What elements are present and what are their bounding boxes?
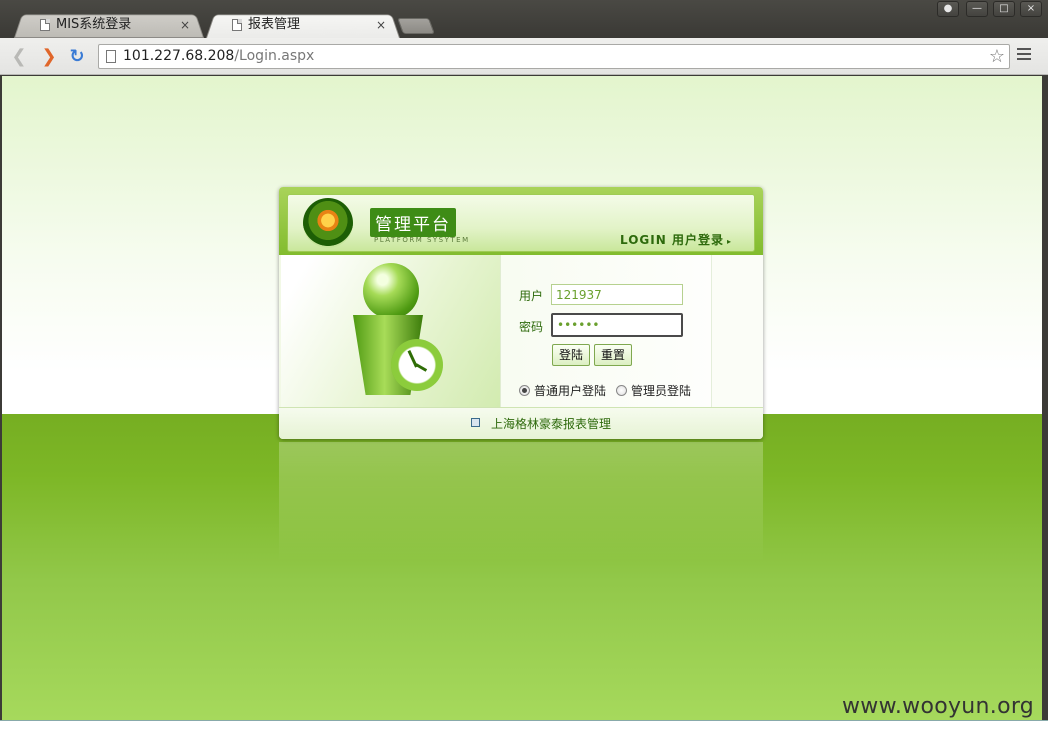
- clock-icon: [391, 339, 443, 391]
- password-input[interactable]: [551, 313, 683, 337]
- close-icon[interactable]: ×: [180, 12, 190, 38]
- radio-unselected-icon[interactable]: [616, 385, 627, 396]
- login-body: 用户 密码 登陆 重置 普通用户登陆 管理员登陆: [279, 255, 763, 407]
- user-figure-head: [363, 263, 419, 319]
- login-form: 用户 密码 登陆 重置 普通用户登陆 管理员登陆: [501, 255, 711, 407]
- arrow-right-icon: ▸: [726, 237, 732, 246]
- login-caption-text: LOGIN 用户登录: [620, 233, 724, 247]
- page-icon: [106, 50, 116, 63]
- tab-title: 报表管理: [248, 17, 301, 32]
- radio-admin[interactable]: 管理员登陆: [616, 382, 691, 399]
- page-icon: [232, 19, 242, 31]
- login-caption: LOGIN 用户登录 ▸: [620, 231, 732, 248]
- window-border: [1042, 76, 1048, 720]
- radio-admin-label: 管理员登陆: [631, 384, 692, 398]
- platform-logo-icon: [303, 198, 353, 248]
- close-window-button[interactable]: ×: [1020, 1, 1042, 17]
- back-button[interactable]: ❮: [8, 46, 30, 68]
- brand-subtitle: PLATFORM SYSYTEM: [374, 236, 470, 244]
- watermark: www.wooyun.org: [842, 694, 1035, 719]
- close-icon[interactable]: ×: [376, 12, 386, 38]
- maximize-button[interactable]: □: [993, 1, 1015, 17]
- radio-selected-icon[interactable]: [519, 385, 530, 396]
- green-background: [2, 414, 1042, 720]
- tab-report-management[interactable]: 报表管理 ×: [206, 12, 400, 38]
- login-footer: 上海格林豪泰报表管理: [279, 407, 763, 439]
- company-name: 上海格林豪泰报表管理: [491, 417, 612, 431]
- right-decor-panel: [711, 255, 763, 407]
- username-label: 用户: [519, 289, 544, 303]
- status-strip: [0, 720, 1048, 738]
- illustration-panel: [281, 255, 501, 407]
- minimize-button[interactable]: —: [966, 1, 988, 17]
- address-bar[interactable]: 101.227.68.208/Login.aspx ☆: [98, 44, 1010, 69]
- user-profile-icon[interactable]: ●: [937, 1, 959, 17]
- menu-icon[interactable]: [1017, 48, 1031, 62]
- login-panel: 管理平台 PLATFORM SYSYTEM LOGIN 用户登录▸ 用户 密码 …: [279, 187, 763, 439]
- login-header: 管理平台 PLATFORM SYSYTEM LOGIN 用户登录 ▸: [279, 187, 763, 255]
- forward-button[interactable]: ❯: [38, 46, 60, 68]
- tab-title: MIS系统登录: [56, 17, 132, 32]
- radio-normal-user-label: 普通用户登陆: [534, 384, 607, 398]
- reload-button[interactable]: ↻: [66, 46, 88, 68]
- url-path: /Login.aspx: [234, 48, 315, 64]
- reset-button[interactable]: 重置: [594, 344, 633, 366]
- document-icon: [471, 418, 480, 427]
- bookmark-star-icon[interactable]: ☆: [989, 46, 1005, 67]
- tab-mis-login[interactable]: MIS系统登录 ×: [14, 12, 204, 38]
- new-tab-button[interactable]: [397, 18, 435, 34]
- login-button[interactable]: 登陆: [552, 344, 591, 366]
- brand-title: 管理平台: [370, 208, 456, 237]
- page-icon: [40, 19, 50, 31]
- username-input[interactable]: [551, 284, 683, 305]
- radio-normal-user[interactable]: 普通用户登陆: [519, 382, 606, 399]
- url-text: 101.227.68.208/Login.aspx: [123, 48, 314, 64]
- password-label: 密码: [519, 320, 544, 334]
- url-host: 101.227.68.208: [123, 48, 235, 64]
